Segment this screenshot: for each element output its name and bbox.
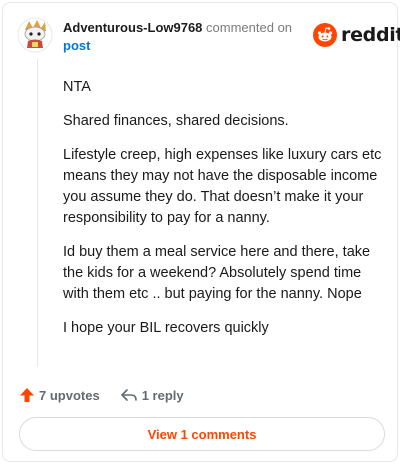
comment-header: Adventurous-Low9768 commented on post: [63, 19, 303, 55]
snoo-avatar-icon: [17, 17, 53, 53]
avatar[interactable]: [17, 17, 53, 53]
comment-body: NTA Shared finances, shared decisions. L…: [63, 77, 383, 352]
post-link[interactable]: post: [63, 37, 303, 55]
comment-card: Adventurous-Low9768 commented on post re…: [2, 2, 400, 462]
reply-button[interactable]: 1 reply: [120, 387, 184, 403]
upvote-arrow-icon[interactable]: [19, 387, 35, 403]
comment-paragraph: NTA: [63, 79, 91, 95]
upvote-count: 7 upvotes: [39, 387, 100, 403]
reply-count: 1 reply: [141, 387, 184, 403]
reddit-logo[interactable]: reddit: [313, 22, 400, 48]
comment-paragraph: Lifestyle creep, high expenses like luxu…: [63, 147, 382, 226]
comment-paragraph: Shared finances, shared decisions.: [63, 113, 289, 129]
thread-line[interactable]: [37, 59, 38, 367]
upvote-button[interactable]: 7 upvotes: [19, 387, 100, 403]
commented-on-text: commented on: [206, 20, 293, 35]
reddit-wordmark: reddit: [341, 24, 400, 46]
reply-arrow-icon: [120, 389, 137, 401]
username-link[interactable]: Adventurous-Low9768: [63, 20, 202, 35]
view-comments-button[interactable]: View 1 comments: [19, 417, 385, 451]
comment-paragraph: Id buy them a meal service here and ther…: [63, 244, 371, 302]
comment-paragraph: I hope your BIL recovers quickly: [63, 320, 269, 336]
reddit-snoo-icon: [313, 23, 337, 47]
comment-actions: 7 upvotes 1 reply: [19, 385, 184, 405]
